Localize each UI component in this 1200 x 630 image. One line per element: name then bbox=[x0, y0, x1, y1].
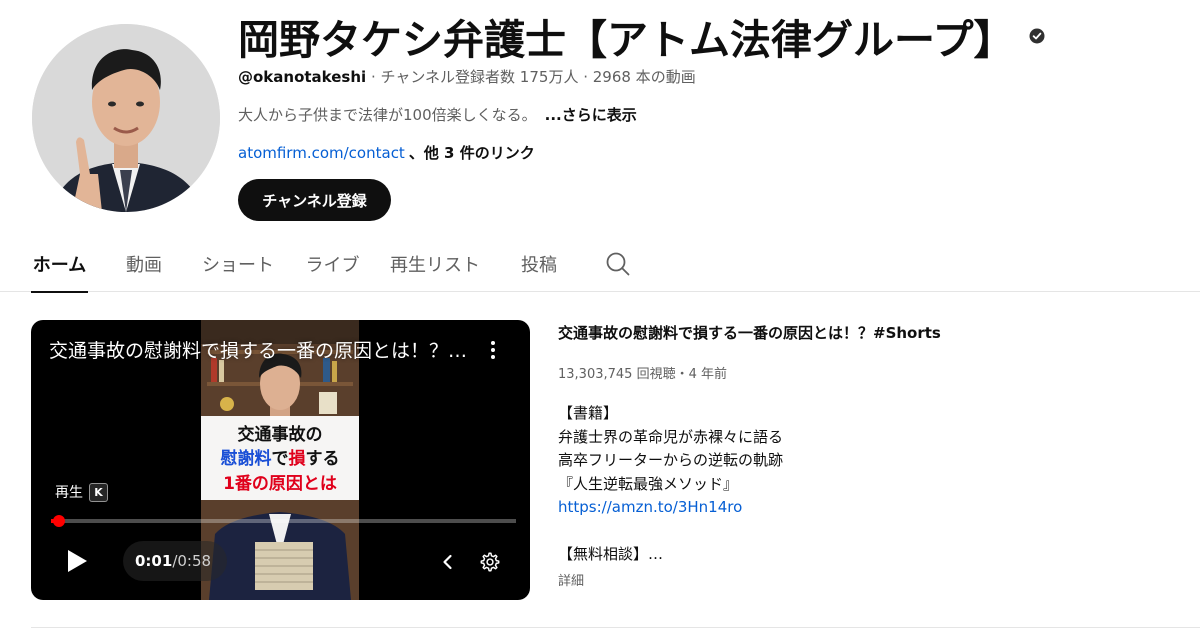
verified-check-icon bbox=[1029, 28, 1045, 44]
settings-gear-icon[interactable] bbox=[479, 551, 501, 573]
description-line: 【書籍】 bbox=[558, 404, 619, 422]
tab-playlists[interactable]: 再生リスト bbox=[388, 236, 482, 292]
description-line: 【無料相談】… bbox=[558, 545, 664, 563]
keyboard-key-badge: K bbox=[89, 482, 108, 502]
channel-handle: @okanotakeshi bbox=[238, 68, 367, 86]
tab-videos[interactable]: 動画 bbox=[124, 236, 164, 292]
thumbnail-caption-suru: する bbox=[306, 449, 340, 469]
tab-home[interactable]: ホーム bbox=[31, 236, 88, 293]
featured-video-player[interactable]: 交通事故の 慰謝料で損する 1番の原因とは 交通事故の慰謝料で損する一番の原因と… bbox=[31, 320, 530, 600]
contact-link[interactable]: atomfirm.com/contact bbox=[238, 144, 405, 162]
avatar-portrait-image bbox=[32, 24, 220, 212]
thumbnail-caption-word-son: 損 bbox=[289, 448, 307, 469]
keyboard-hint: 再生 K bbox=[55, 482, 108, 502]
description-more-button[interactable]: 詳細 bbox=[558, 570, 584, 589]
channel-description: 大人から子供まで法律が100倍楽しくなる。 ...さらに表示 bbox=[238, 104, 637, 125]
tab-live[interactable]: ライブ bbox=[304, 236, 361, 292]
channel-description-text: 大人から子供まで法律が100倍楽しくなる。 bbox=[238, 106, 537, 124]
description-line: 弁護士界の革命児が赤裸々に語る bbox=[558, 427, 784, 446]
chevron-left-icon[interactable] bbox=[438, 552, 458, 572]
thumbnail-caption-de: で bbox=[272, 449, 289, 469]
search-icon[interactable] bbox=[604, 250, 632, 278]
description-line: 『人生逆転最強メソッド』 bbox=[558, 474, 739, 493]
time-display: 0:01 / 0:58 bbox=[123, 541, 228, 581]
tab-posts[interactable]: 投稿 bbox=[519, 236, 559, 292]
section-divider bbox=[31, 627, 1200, 628]
player-overlay-title[interactable]: 交通事故の慰謝料で損する一番の原因とは！？… bbox=[49, 336, 489, 363]
thumbnail-caption-line3: 1番の原因とは bbox=[223, 474, 337, 494]
keyboard-hint-label: 再生 bbox=[55, 485, 83, 501]
channel-page: 岡野タケシ弁護士【アトム法律グループ】 @okanotakeshi · チャンネ… bbox=[0, 0, 1200, 630]
progress-bar[interactable] bbox=[51, 515, 516, 527]
channel-title-row: 岡野タケシ弁護士【アトム法律グループ】 bbox=[238, 6, 1045, 66]
video-description: 【書籍】 弁護士界の革命児が赤裸々に語る 高卒フリーターからの逆転の軌跡 『人生… bbox=[558, 402, 783, 567]
channel-tabs: ホーム 動画 ショート ライブ 再生リスト 投稿 bbox=[0, 236, 1200, 293]
description-line bbox=[558, 520, 783, 544]
svg-text:慰謝料で損する: 慰謝料で損する bbox=[221, 448, 340, 469]
show-more-link[interactable]: ...さらに表示 bbox=[545, 106, 637, 124]
more-vert-icon[interactable] bbox=[485, 338, 501, 362]
play-icon[interactable] bbox=[65, 548, 89, 574]
tab-shorts[interactable]: ショート bbox=[200, 236, 276, 292]
channel-title: 岡野タケシ弁護士【アトム法律グループ】 bbox=[238, 16, 1015, 64]
description-line: 高卒フリーターからの逆転の軌跡 bbox=[558, 451, 784, 469]
channel-avatar[interactable] bbox=[32, 24, 220, 212]
channel-stats: · チャンネル登録者数 175万人 · 2968 本の動画 bbox=[366, 68, 696, 86]
other-links-button[interactable]: 、他 3 件のリンク bbox=[409, 144, 535, 162]
subscribe-button[interactable]: チャンネル登録 bbox=[238, 179, 391, 221]
book-link[interactable]: https://amzn.to/3Hn14ro bbox=[558, 496, 783, 520]
video-title[interactable]: 交通事故の慰謝料で損する一番の原因とは！？#Shorts bbox=[558, 322, 941, 343]
video-stats: 13,303,745 回視聴・4 年前 bbox=[558, 367, 727, 382]
total-time: 0:58 bbox=[177, 552, 212, 570]
channel-links: atomfirm.com/contact 、他 3 件のリンク bbox=[238, 142, 535, 163]
progress-scrubber-knob[interactable] bbox=[52, 515, 65, 527]
current-time: 0:01 bbox=[135, 552, 173, 570]
thumbnail-caption-line1: 交通事故の bbox=[238, 424, 323, 445]
channel-meta: @okanotakeshi · チャンネル登録者数 175万人 · 2968 本… bbox=[238, 66, 696, 87]
thumbnail-caption-word-isharyo: 慰謝料 bbox=[221, 448, 272, 469]
